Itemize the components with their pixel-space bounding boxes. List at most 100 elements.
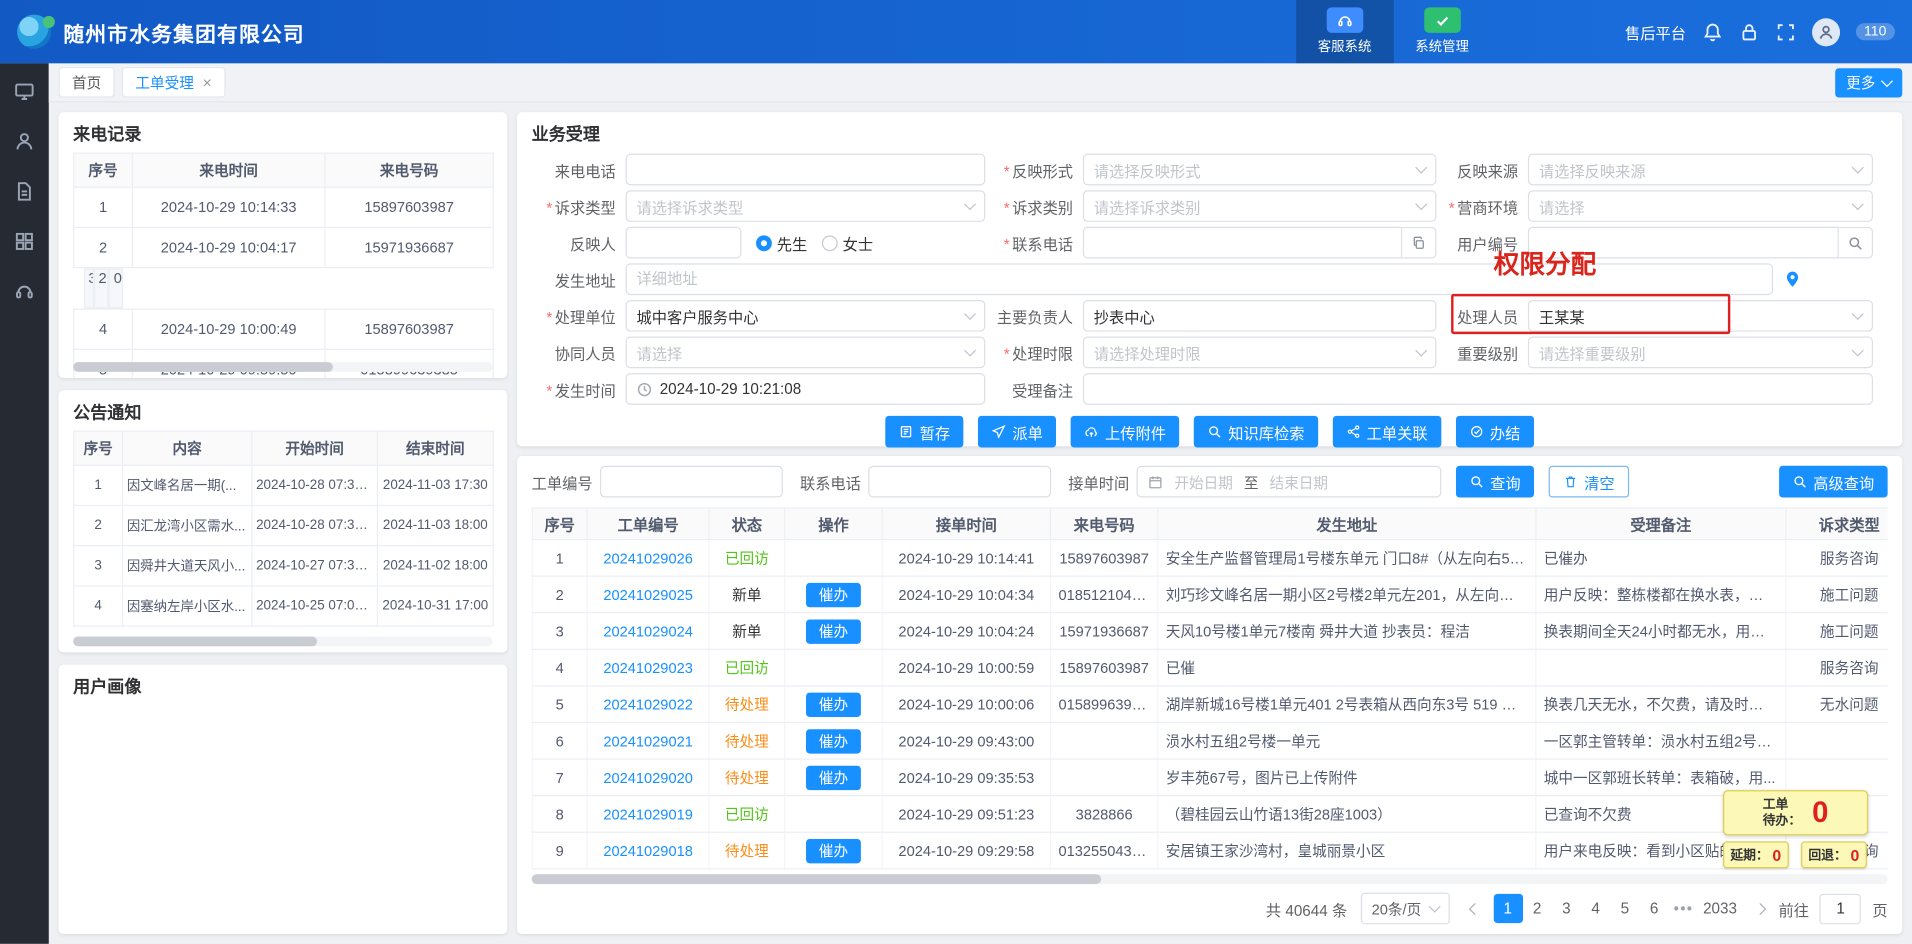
table-row[interactable]: 820241029019已回访2024-10-29 09:51:23382886… (532, 796, 1887, 833)
order-number-link[interactable]: 20241029024 (603, 623, 693, 640)
table-row[interactable]: 12024-10-29 10:14:3315897603987 (74, 187, 493, 227)
table-row[interactable]: 3因舜井大道天风小...2024-10-27 07:30:002024-11-0… (74, 546, 493, 586)
table-row[interactable]: 920241029018待处理催办2024-10-29 09:29:580132… (532, 832, 1887, 869)
handle-unit-select[interactable]: 城中客户服务中心 (626, 300, 986, 332)
todo-counter-box[interactable]: 工单待办： 0 (1723, 790, 1868, 835)
page-button[interactable]: 5 (1610, 894, 1639, 923)
date-range-picker[interactable]: 开始日期 至 结束日期 (1137, 466, 1442, 498)
business-env-select[interactable]: 请选择 (1528, 190, 1873, 222)
table-row[interactable]: 22024-10-29 10:04:1715971936687 (74, 227, 493, 267)
bell-icon[interactable] (1702, 21, 1723, 42)
complete-button[interactable]: 办结 (1456, 416, 1534, 448)
radio-ms[interactable]: 女士 (822, 231, 873, 254)
appeal-class-select[interactable]: 请选择诉求类别 (1083, 190, 1437, 222)
reflect-form-select[interactable]: 请选择反映形式 (1083, 154, 1437, 186)
main-leader-input[interactable] (1083, 300, 1437, 332)
table-row[interactable]: 1因文峰名居一期(...2024-10-28 07:30:002024-11-0… (74, 465, 493, 505)
urge-button[interactable]: 催办 (807, 582, 861, 606)
order-number-link[interactable]: 20241029023 (603, 659, 693, 676)
table-row[interactable]: 42024-10-29 10:00:4915897603987 (74, 309, 493, 349)
nav-system-management[interactable]: 系统管理 (1393, 0, 1491, 63)
temp-save-button[interactable]: 暂存 (886, 416, 964, 448)
order-number-link[interactable]: 20241029026 (603, 549, 693, 566)
urge-button[interactable]: 催办 (807, 692, 861, 716)
urge-button[interactable]: 催办 (807, 729, 861, 753)
apps-grid-icon[interactable] (13, 230, 35, 252)
table-row[interactable]: 4因塞纳左岸小区水...2024-10-25 07:00:002024-10-3… (74, 586, 493, 626)
urge-button[interactable]: 催办 (807, 765, 861, 789)
location-pin-icon[interactable] (1783, 269, 1803, 289)
table-row[interactable]: 620241029021待处理催办2024-10-29 09:43:00涢水村五… (532, 722, 1887, 759)
importance-select[interactable]: 请选择重要级别 (1528, 337, 1873, 369)
appeal-type-select[interactable]: 请选择诉求类型 (626, 190, 986, 222)
goto-page-input[interactable] (1820, 893, 1861, 923)
return-counter-box[interactable]: 回退： 0 (1801, 841, 1867, 868)
dispatch-button[interactable]: 派单 (978, 416, 1056, 448)
document-icon[interactable] (13, 180, 35, 202)
table-row[interactable]: 32024-10-29 10:04:09018512104060 (74, 268, 133, 308)
copy-icon[interactable] (1402, 227, 1436, 259)
acceptance-remark-input[interactable] (1083, 373, 1873, 405)
reporter-input[interactable] (626, 227, 742, 259)
address-input[interactable] (626, 263, 1773, 295)
contact-phone-input[interactable] (1083, 227, 1402, 259)
contact-phone-filter-input[interactable] (868, 466, 1051, 498)
headset-icon[interactable] (13, 280, 35, 302)
horizontal-scrollbar[interactable] (73, 362, 492, 372)
user-avatar[interactable] (1812, 18, 1840, 46)
page-button[interactable]: 1 (1493, 894, 1522, 923)
page-button[interactable]: 4 (1581, 894, 1610, 923)
order-number-link[interactable]: 20241029021 (603, 732, 693, 749)
order-number-link[interactable]: 20241029025 (603, 586, 693, 603)
prev-page-button[interactable] (1463, 894, 1487, 923)
lock-icon[interactable] (1738, 21, 1759, 42)
order-number-link[interactable]: 20241029022 (603, 696, 693, 713)
query-button[interactable]: 查询 (1456, 466, 1534, 498)
urge-button[interactable]: 催办 (807, 619, 861, 643)
page-button[interactable]: 2033 (1698, 894, 1742, 923)
horizontal-scrollbar[interactable] (532, 874, 1888, 884)
knowledge-search-button[interactable]: 知识库检索 (1194, 416, 1318, 448)
more-button[interactable]: 更多 (1835, 68, 1902, 97)
order-number-link[interactable]: 20241029020 (603, 769, 693, 786)
table-row[interactable]: 420241029023已回访2024-10-29 10:00:59158976… (532, 649, 1887, 686)
page-button[interactable]: 3 (1552, 894, 1581, 923)
fullscreen-icon[interactable] (1775, 21, 1796, 42)
upload-attachment-button[interactable]: 上传附件 (1071, 416, 1180, 448)
tab-work-order[interactable]: 工单受理 × (122, 67, 225, 97)
reflect-source-select[interactable]: 请选择反映来源 (1528, 154, 1873, 186)
time-limit-select[interactable]: 请选择处理时限 (1083, 337, 1437, 369)
call-phone-input[interactable] (626, 154, 986, 186)
page-button[interactable]: 6 (1640, 894, 1669, 923)
tab-home[interactable]: 首页 (59, 67, 115, 97)
table-row[interactable]: 2因汇龙湾小区需水...2024-10-28 07:30:002024-11-0… (74, 505, 493, 545)
user-icon[interactable] (13, 130, 35, 152)
page-size-select[interactable]: 20条/页 (1361, 893, 1450, 925)
close-icon[interactable]: × (202, 74, 211, 90)
advanced-query-button[interactable]: 高级查询 (1779, 466, 1888, 498)
horizontal-scrollbar[interactable] (73, 637, 492, 647)
table-row[interactable]: 120241029026已回访2024-10-29 10:14:41158976… (532, 540, 1887, 577)
aftersales-platform-link[interactable]: 售后平台 (1625, 20, 1686, 43)
occur-time-picker[interactable]: 2024-10-29 10:21:08 (626, 373, 986, 405)
order-number-link[interactable]: 20241029019 (603, 805, 693, 822)
delay-counter-box[interactable]: 延期： 0 (1723, 841, 1789, 868)
cell: 2024-10-29 10:00:49 (132, 309, 325, 349)
table-row[interactable]: 520241029022待处理催办2024-10-29 10:00:060158… (532, 686, 1887, 723)
nav-customer-service-system[interactable]: 客服系统 (1296, 0, 1394, 63)
order-number-link[interactable]: 20241029018 (603, 842, 693, 859)
order-no-filter-input[interactable] (600, 466, 783, 498)
co-worker-select[interactable]: 请选择 (626, 337, 986, 369)
page-button[interactable]: 2 (1522, 894, 1551, 923)
table-row[interactable]: 320241029024新单催办2024-10-29 10:04:2415971… (532, 613, 1887, 650)
urge-button[interactable]: 催办 (807, 838, 861, 862)
clear-button[interactable]: 清空 (1549, 466, 1629, 498)
order-link-button[interactable]: 工单关联 (1333, 416, 1442, 448)
cell: 涢水村五组2号楼一单元 (1158, 722, 1536, 759)
dashboard-icon[interactable] (13, 80, 35, 102)
table-row[interactable]: 720241029020待处理催办2024-10-29 09:35:53岁丰苑6… (532, 759, 1887, 796)
radio-mr[interactable]: 先生 (756, 231, 807, 254)
search-icon[interactable] (1839, 227, 1873, 259)
next-page-button[interactable] (1748, 894, 1772, 923)
table-row[interactable]: 220241029025新单催办2024-10-29 10:04:3401851… (532, 576, 1887, 613)
